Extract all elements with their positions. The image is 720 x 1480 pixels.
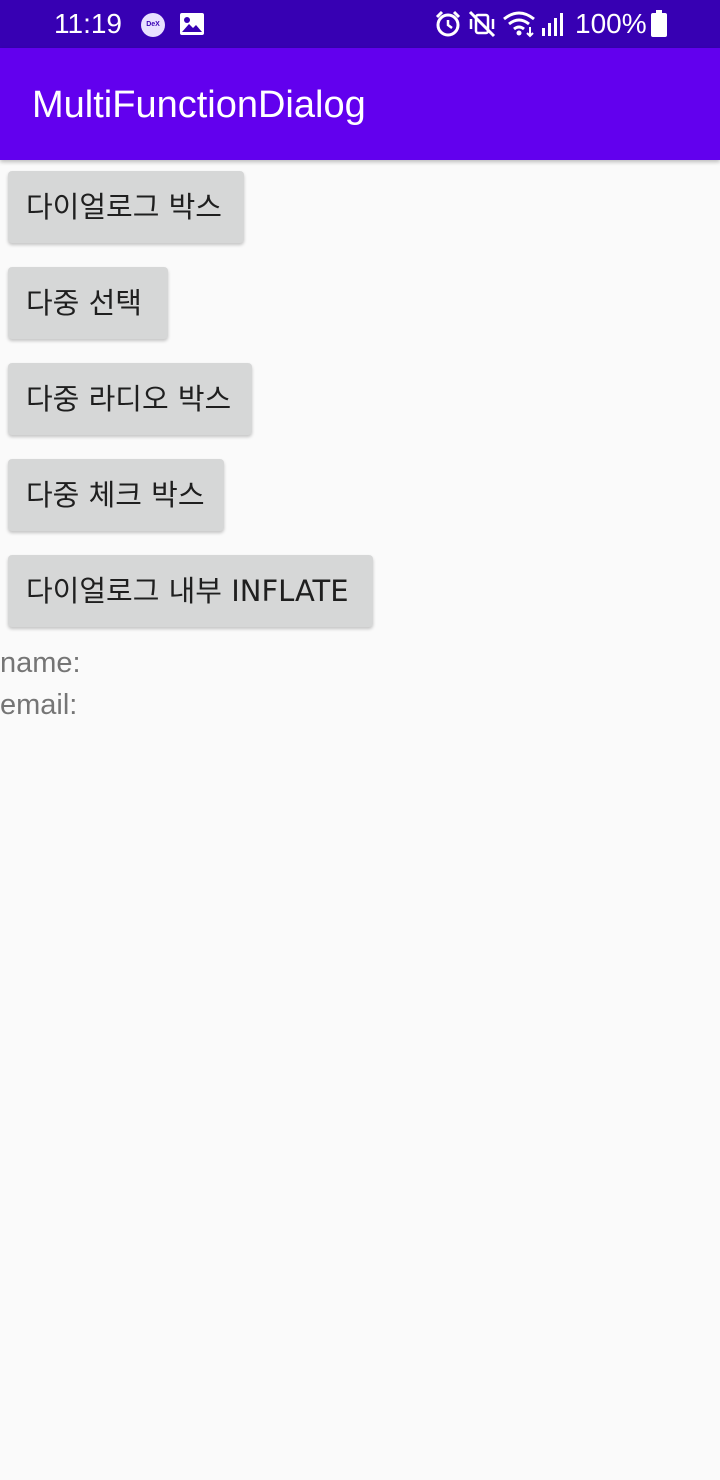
alarm-icon <box>434 10 462 42</box>
app-bar: MultiFunctionDialog <box>0 48 720 160</box>
email-label: email: <box>0 689 78 721</box>
name-label: name: <box>0 647 81 679</box>
signal-icon <box>541 10 567 42</box>
vibrate-mute-icon <box>468 10 496 42</box>
battery-icon <box>650 10 668 42</box>
dialog-inflate-button[interactable]: 다이얼로그 내부 INFLATE <box>8 555 373 627</box>
multi-check-box-button[interactable]: 다중 체크 박스 <box>8 459 224 531</box>
status-bar: 11:19 DeX 100% <box>0 0 720 48</box>
multi-select-button[interactable]: 다중 선택 <box>8 267 168 339</box>
multi-radio-box-button[interactable]: 다중 라디오 박스 <box>8 363 252 435</box>
app-title: MultiFunctionDialog <box>32 84 366 126</box>
status-time: 11:19 <box>54 8 122 39</box>
battery-percent: 100% <box>575 8 647 39</box>
gallery-icon <box>179 12 205 40</box>
dex-icon: DeX <box>141 13 165 37</box>
wifi-icon <box>502 10 536 42</box>
dialog-box-button[interactable]: 다이얼로그 박스 <box>8 171 244 243</box>
